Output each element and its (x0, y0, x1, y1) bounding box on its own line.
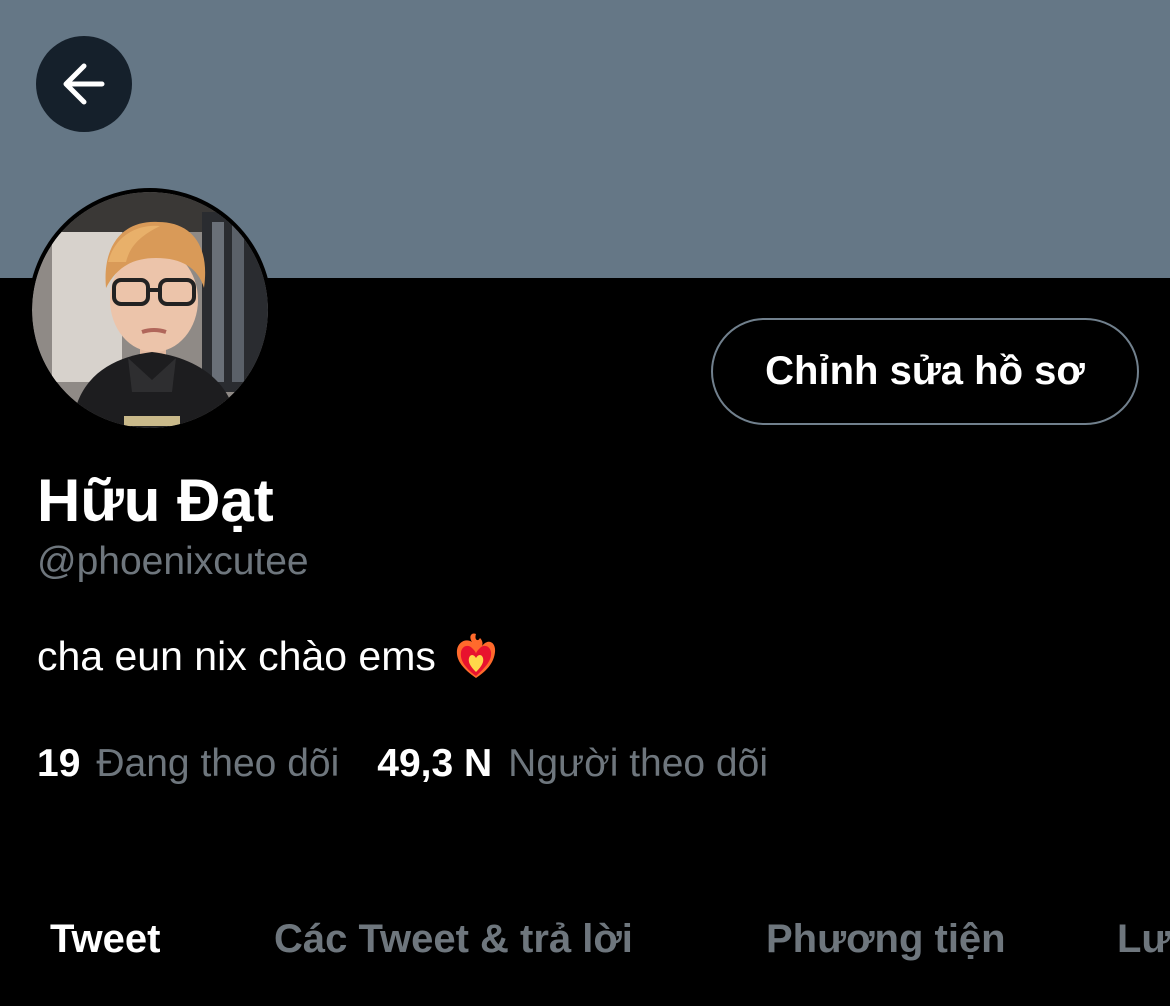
tab-media[interactable]: Phương tiện (766, 906, 1006, 972)
heart-on-fire-icon (456, 633, 495, 678)
follow-stats: 19 Đang theo dõi 49,3 N Người theo dõi (37, 738, 768, 790)
edit-profile-button[interactable]: Chỉnh sửa hồ sơ (711, 318, 1139, 425)
followers-label: Người theo dõi (508, 742, 768, 785)
profile-bio: cha eun nix chào ems (37, 628, 498, 684)
tab-tweets-and-replies[interactable]: Các Tweet & trả lời (274, 906, 633, 972)
followers-stat[interactable]: 49,3 N Người theo dõi (377, 742, 768, 786)
arrow-left-icon (63, 63, 105, 105)
tab-likes[interactable]: Lượt thích (1117, 906, 1170, 972)
tab-tweets[interactable]: Tweet (50, 906, 160, 972)
following-stat[interactable]: 19 Đang theo dõi (37, 742, 339, 786)
following-count: 19 (37, 742, 81, 785)
profile-tabs: Tweet Các Tweet & trả lời Phương tiện Lư… (0, 906, 1170, 976)
following-label: Đang theo dõi (96, 742, 340, 785)
bio-text: cha eun nix chào ems (37, 633, 436, 679)
display-name: Hữu Đạt (37, 467, 274, 534)
user-handle: @phoenixcutee (37, 540, 309, 583)
avatar-frame (28, 188, 272, 432)
back-button[interactable] (36, 36, 132, 132)
avatar[interactable] (32, 192, 268, 428)
followers-count: 49,3 N (377, 742, 493, 785)
